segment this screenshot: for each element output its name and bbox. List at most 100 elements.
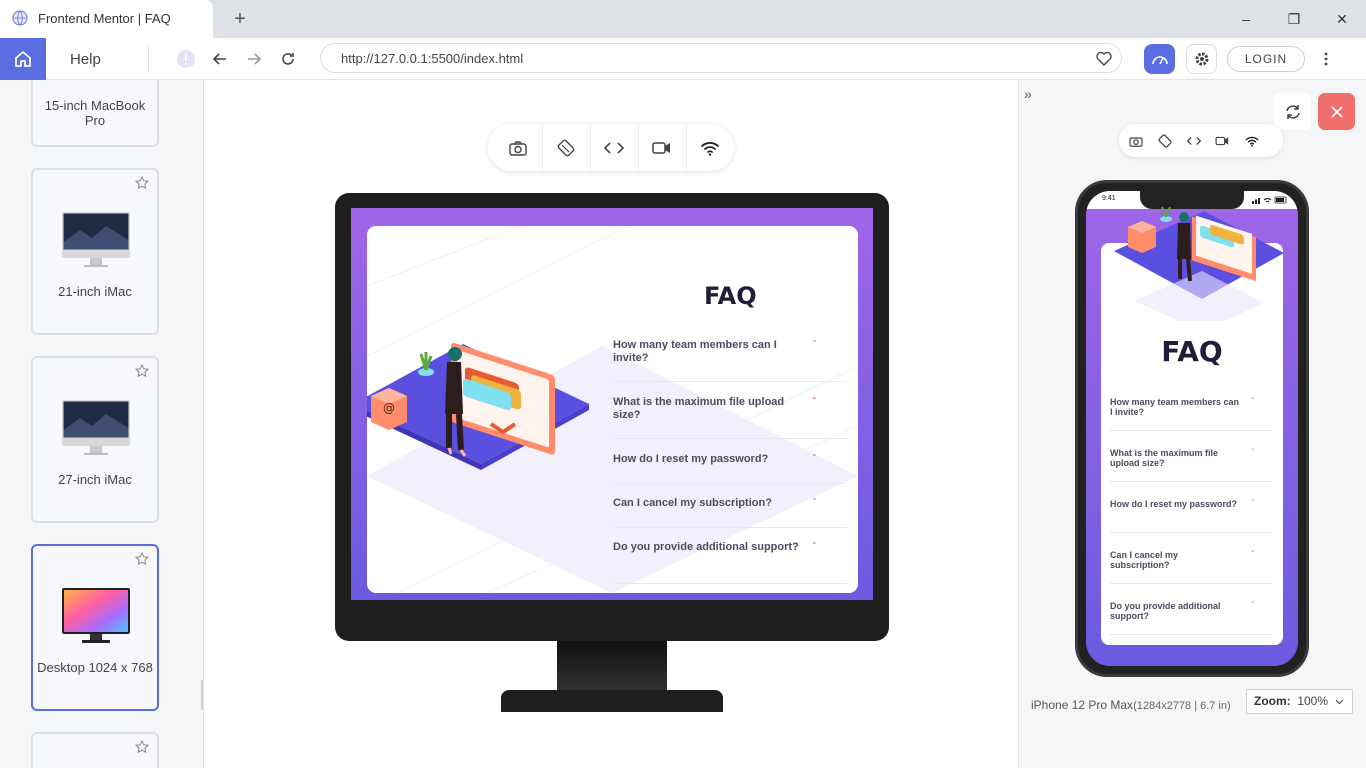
- faq-card: @ FAQ How many team members can I invite…: [367, 226, 858, 593]
- chevron-down-icon: ⌄: [811, 335, 818, 344]
- tab-title: Frontend Mentor | FAQ: [38, 11, 171, 26]
- info-button[interactable]: [176, 49, 196, 69]
- rotate-button[interactable]: [1150, 124, 1179, 157]
- minimize-button[interactable]: –: [1236, 9, 1256, 29]
- desktop-monitor-frame: @ FAQ How many team members can I invite…: [335, 193, 889, 641]
- woman-at-computer-illustration: [1114, 206, 1284, 321]
- home-button[interactable]: [0, 38, 46, 80]
- star-icon[interactable]: [135, 552, 149, 566]
- faq-question-item[interactable]: What is the maximum file upload size? ⌄: [613, 392, 847, 439]
- chevron-down-icon: ⌄: [1250, 599, 1256, 605]
- camera-icon: [1128, 136, 1143, 147]
- info-icon: [177, 50, 195, 68]
- sync-icon: [1285, 104, 1300, 119]
- mobile-screen: 9:41 FAQ How many team members can I inv…: [1086, 191, 1298, 666]
- close-preview-button[interactable]: [1318, 93, 1355, 130]
- address-bar[interactable]: http://127.0.0.1:5500/index.html: [320, 43, 1122, 73]
- chevron-down-icon: ⌄: [811, 537, 818, 546]
- performance-button[interactable]: [1144, 44, 1175, 74]
- imac-thumbnail: [62, 212, 130, 267]
- faq-question-item[interactable]: What is the maximum file upload size? ⌄: [1110, 446, 1273, 482]
- settings-button[interactable]: [1186, 44, 1217, 74]
- network-throttle-button[interactable]: [686, 124, 734, 171]
- zoom-value: 100%: [1297, 694, 1329, 708]
- wifi-icon: [701, 141, 719, 156]
- device-card-macbook-pro-15[interactable]: 15-inch MacBook Pro: [31, 80, 159, 147]
- chevron-down-icon: ⌄: [1250, 395, 1256, 401]
- login-button[interactable]: LOGIN: [1227, 46, 1305, 72]
- chevron-down-icon: ⌄: [811, 449, 818, 458]
- network-throttle-button[interactable]: [1237, 124, 1266, 157]
- collapse-panel-button[interactable]: »: [1024, 86, 1032, 102]
- device-card-imac-27[interactable]: 27-inch iMac: [31, 356, 159, 523]
- reload-icon: [282, 53, 294, 65]
- faq-question-text: How do I reset my password?: [1110, 499, 1238, 509]
- forward-button[interactable]: [244, 49, 264, 69]
- device-name: iPhone 12 Pro Max: [1031, 698, 1134, 712]
- close-icon: [1330, 105, 1343, 118]
- close-window-button[interactable]: ✕: [1332, 9, 1352, 29]
- monitor-stand-base: [501, 690, 723, 712]
- device-card-imac-21[interactable]: 21-inch iMac: [31, 168, 159, 335]
- chevron-down-icon: ⌄: [1250, 548, 1256, 554]
- new-tab-button[interactable]: +: [230, 9, 250, 29]
- chevron-down-icon: ⌄: [1250, 497, 1256, 503]
- record-button[interactable]: [1208, 124, 1237, 157]
- inspect-button[interactable]: [590, 124, 638, 171]
- device-sidebar: 15-inch MacBook Pro 21-inch iMac 27-inch…: [0, 80, 204, 768]
- faq-question-item[interactable]: Can I cancel my subscription? ⌄: [1110, 548, 1273, 584]
- heart-icon[interactable]: [1096, 51, 1112, 66]
- iphone-frame: 9:41 FAQ How many team members can I inv…: [1075, 180, 1309, 677]
- screenshot-button[interactable]: [1121, 124, 1150, 157]
- kebab-menu-icon: [1324, 52, 1328, 66]
- faq-question-text: How many team members can I invite?: [613, 339, 777, 364]
- zoom-label: Zoom:: [1254, 694, 1291, 708]
- record-button[interactable]: [638, 124, 686, 171]
- toolbar-divider: [148, 46, 149, 72]
- faq-question-item[interactable]: Do you provide additional support? ⌄: [1110, 599, 1273, 635]
- faq-question-text: Can I cancel my subscription?: [1110, 550, 1179, 570]
- maximize-button[interactable]: ❐: [1284, 9, 1304, 29]
- home-icon: [15, 51, 31, 67]
- globe-icon: [12, 10, 28, 26]
- device-card-desktop-1024[interactable]: Desktop 1024 x 768: [31, 544, 159, 711]
- help-link[interactable]: Help: [70, 51, 101, 68]
- monitor-stand-neck: [557, 641, 667, 693]
- desktop-thumbnail: [62, 588, 130, 643]
- back-button[interactable]: [210, 49, 230, 69]
- browser-tab[interactable]: Frontend Mentor | FAQ: [0, 0, 213, 38]
- rotate-button[interactable]: [542, 124, 590, 171]
- faq-question-item[interactable]: How do I reset my password? ⌄: [613, 449, 847, 484]
- inspect-button[interactable]: [1179, 124, 1208, 157]
- star-icon[interactable]: [135, 740, 149, 754]
- star-icon[interactable]: [135, 176, 149, 190]
- faq-question-item[interactable]: Can I cancel my subscription? ⌄: [613, 493, 847, 528]
- more-menu-button[interactable]: [1316, 49, 1336, 69]
- sync-button[interactable]: [1274, 93, 1311, 130]
- camera-icon: [509, 140, 527, 156]
- chevron-down-icon: ⌄: [811, 493, 818, 502]
- url-text: http://127.0.0.1:5500/index.html: [341, 51, 524, 66]
- faq-heading: FAQ: [704, 282, 757, 310]
- gear-icon: [1195, 52, 1208, 66]
- reload-button[interactable]: [278, 49, 298, 69]
- woman-at-computer-illustration: @: [367, 342, 589, 470]
- faq-question-item[interactable]: How many team members can I invite? ⌄: [1110, 395, 1273, 431]
- desktop-preview-area: @ FAQ How many team members can I invite…: [205, 80, 1018, 768]
- faq-question-item[interactable]: How many team members can I invite? ⌄: [613, 335, 847, 382]
- screenshot-button[interactable]: [494, 124, 542, 171]
- faq-question-text: Can I cancel my subscription?: [613, 497, 772, 509]
- faq-question-text: How do I reset my password?: [613, 453, 769, 465]
- svg-text:@: @: [383, 401, 395, 415]
- device-card-next[interactable]: [31, 732, 159, 768]
- zoom-select[interactable]: Zoom: 100%: [1246, 689, 1353, 714]
- star-icon[interactable]: [135, 364, 149, 378]
- device-card-label: 15-inch MacBook Pro: [44, 98, 146, 128]
- faq-question-item[interactable]: How do I reset my password? ⌄: [1110, 497, 1273, 533]
- chevron-down-icon: ⌄: [1250, 446, 1256, 452]
- sidebar-resize-handle[interactable]: [201, 680, 203, 710]
- faq-question-item[interactable]: Do you provide additional support? ⌄: [613, 537, 847, 584]
- device-card-label: 21-inch iMac: [58, 284, 132, 299]
- faq-question-text: How many team members can I invite?: [1110, 397, 1240, 417]
- device-info: iPhone 12 Pro Max(1284x2778 | 6.7 in): [1031, 698, 1231, 712]
